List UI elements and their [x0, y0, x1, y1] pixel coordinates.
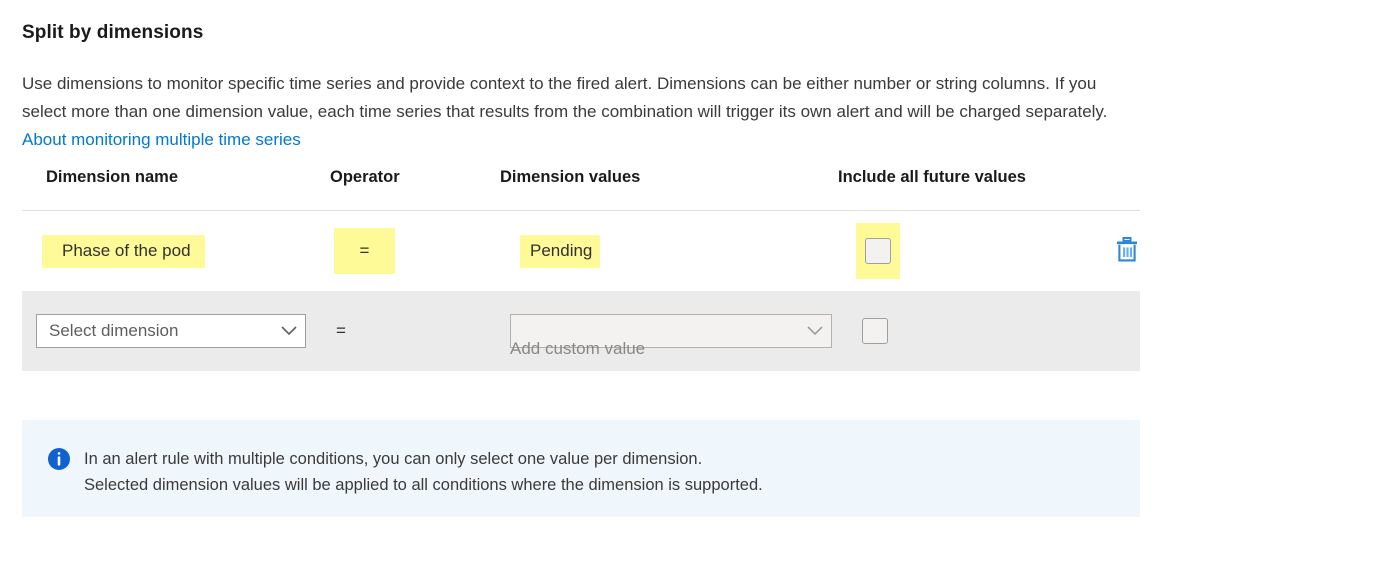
trash-icon	[1116, 237, 1138, 265]
table-row-new-dimension: Select dimension = Add custom value	[22, 291, 1140, 371]
cell-row-actions	[1097, 211, 1157, 291]
column-header-dimension-name: Dimension name	[46, 168, 179, 186]
description-text: Use dimensions to monitor specific time …	[22, 74, 1108, 121]
info-banner-line-2: Selected dimension values will be applie…	[84, 476, 763, 494]
info-banner-text: In an alert rule with multiple condition…	[84, 446, 763, 498]
delete-dimension-button[interactable]	[1110, 234, 1144, 268]
include-all-future-values-checkbox[interactable]	[865, 238, 891, 264]
operator-value: =	[334, 228, 395, 274]
column-header-dimension-values: Dimension values	[500, 168, 641, 186]
cell-operator: =	[312, 211, 482, 291]
dimension-values-value: Pending	[520, 234, 601, 268]
info-banner-line-1: In an alert rule with multiple condition…	[84, 450, 703, 468]
chevron-down-icon	[273, 326, 305, 336]
include-future-values-highlight	[856, 223, 900, 279]
cell-new-include-all-future-values	[834, 291, 944, 371]
dimensions-table: Dimension name Operator Dimension values…	[22, 168, 1140, 371]
cell-dimension-values: Pending	[482, 211, 832, 291]
cell-dimension-name: Phase of the pod	[22, 211, 322, 291]
info-icon	[48, 448, 70, 470]
cell-new-dimension-values	[482, 291, 832, 371]
chevron-down-icon	[799, 326, 831, 336]
select-dimension-placeholder: Select dimension	[49, 321, 179, 340]
new-row-operator-value: =	[336, 321, 346, 340]
column-header-operator: Operator	[330, 168, 400, 186]
section-description: Use dimensions to monitor specific time …	[22, 70, 1142, 154]
dimension-name-value: Phase of the pod	[42, 234, 205, 268]
column-header-include-all-future-values: Include all future values	[838, 168, 1026, 186]
add-custom-value-hint[interactable]: Add custom value	[510, 339, 645, 359]
page-title: Split by dimensions	[22, 22, 204, 43]
split-by-dimensions-section: Split by dimensions Use dimensions to mo…	[0, 0, 1393, 573]
about-monitoring-multiple-time-series-link[interactable]: About monitoring multiple time series	[22, 130, 301, 149]
cell-new-dimension-name: Select dimension	[22, 291, 322, 371]
info-banner: In an alert rule with multiple condition…	[22, 420, 1140, 517]
new-include-all-future-values-checkbox[interactable]	[862, 318, 888, 344]
cell-include-all-future-values	[834, 211, 944, 291]
table-row: Phase of the pod = Pending	[22, 211, 1140, 291]
table-header-row: Dimension name Operator Dimension values…	[22, 168, 1140, 211]
select-dimension-dropdown[interactable]: Select dimension	[36, 314, 306, 348]
cell-new-operator: =	[312, 291, 482, 371]
